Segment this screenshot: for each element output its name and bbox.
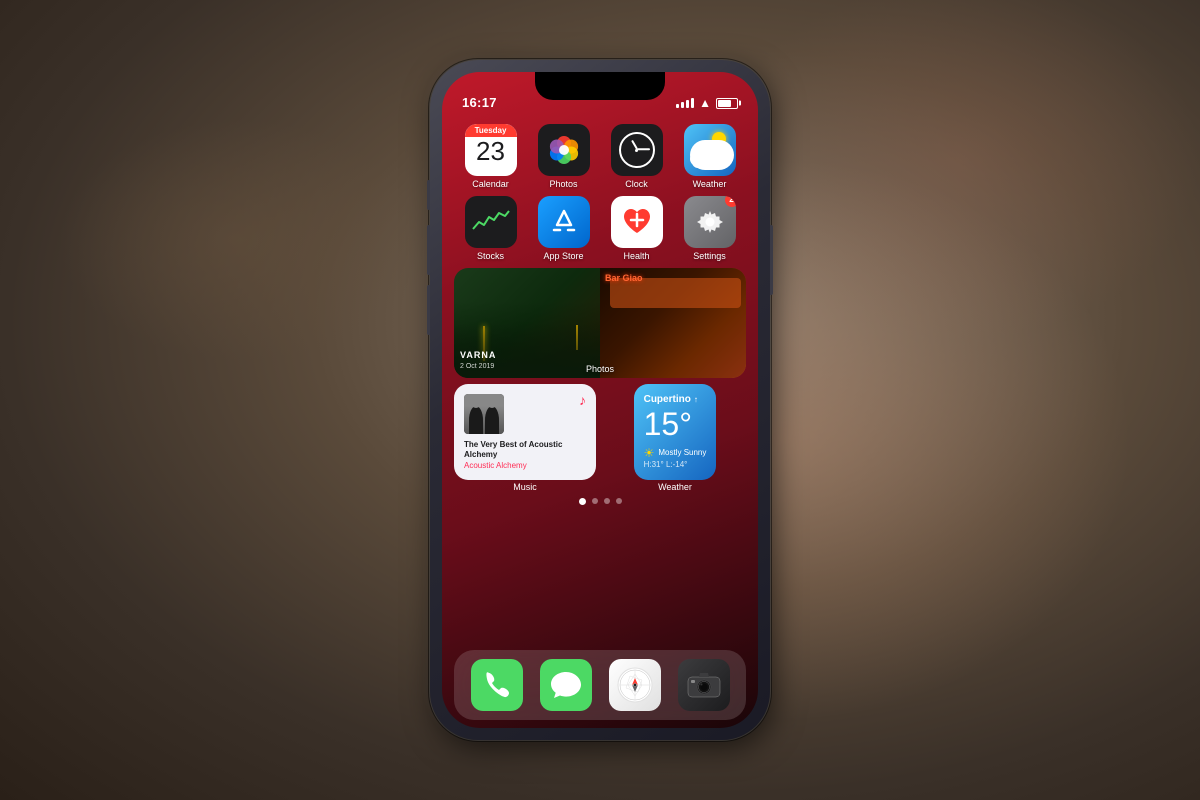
signal-bar-2 — [681, 102, 684, 108]
signal-bar-1 — [676, 104, 679, 108]
app-item-weather[interactable]: Weather — [679, 124, 741, 190]
page-dot-2[interactable] — [592, 498, 598, 504]
health-label: Health — [623, 251, 649, 262]
app-item-clock[interactable]: Clock — [606, 124, 668, 190]
weather-range: H:31° L:-14° — [644, 460, 707, 469]
music-note-icon: ♪ — [579, 392, 586, 408]
iphone-device: 16:17 ▲ — [430, 60, 770, 740]
calendar-icon[interactable]: Tuesday 23 — [465, 124, 517, 176]
widget-photo-right: Bar Giao — [600, 268, 746, 378]
music-artist: Acoustic Alchemy — [464, 461, 586, 470]
app-row-2: Stocks App Store — [454, 196, 746, 262]
settings-icon[interactable]: 2 — [684, 196, 736, 248]
album-people-bg — [464, 394, 504, 434]
photos-icon[interactable] — [538, 124, 590, 176]
app-item-photos[interactable]: Photos — [533, 124, 595, 190]
weather-icon[interactable] — [684, 124, 736, 176]
notch — [535, 72, 665, 100]
battery-icon — [716, 98, 738, 109]
clock-label: Clock — [625, 179, 648, 190]
home-screen: Tuesday 23 Calendar — [442, 116, 758, 728]
widget-weather[interactable]: Cupertino ↑ 15° ☀ Mostly Sunny H:31° — [634, 384, 717, 481]
app-item-health[interactable]: Health — [606, 196, 668, 262]
widget-music[interactable]: ♪ The V — [454, 384, 596, 481]
weather-temperature: 15° — [644, 407, 707, 442]
signal-bar-4 — [691, 98, 694, 108]
clock-icon[interactable] — [611, 124, 663, 176]
settings-label: Settings — [693, 251, 726, 262]
widgets-row: ♪ The V — [454, 384, 746, 493]
weather-widget-label: Weather — [658, 482, 692, 492]
calendar-date: 23 — [476, 138, 505, 164]
health-icon[interactable] — [611, 196, 663, 248]
settings-gear-svg — [695, 207, 725, 237]
calendar-label: Calendar — [472, 179, 509, 190]
sun-icon: ☀ — [644, 446, 655, 460]
status-time: 16:17 — [462, 95, 497, 110]
clock-face — [619, 132, 655, 168]
dock-camera[interactable] — [678, 659, 730, 711]
widget-photos[interactable]: VARNA 2 Oct 2019 Bar Giao Photos — [454, 268, 746, 378]
weather-city: Cupertino ↑ — [644, 394, 707, 405]
photos-label: Photos — [549, 179, 577, 190]
widget-photos-label: Photos — [454, 364, 746, 374]
dock-messages[interactable] — [540, 659, 592, 711]
page-dot-4[interactable] — [616, 498, 622, 504]
signal-icon — [676, 98, 694, 108]
album-art — [464, 394, 504, 434]
stocks-label: Stocks — [477, 251, 504, 262]
signal-bar-3 — [686, 100, 689, 108]
app-item-calendar[interactable]: Tuesday 23 Calendar — [460, 124, 522, 190]
app-row-1: Tuesday 23 Calendar — [454, 124, 746, 190]
dock-phone[interactable] — [471, 659, 523, 711]
volume-down-button[interactable] — [427, 285, 430, 335]
settings-badge: 2 — [725, 196, 736, 207]
power-button[interactable] — [770, 225, 773, 295]
weather-condition: ☀ Mostly Sunny — [644, 446, 707, 460]
widget-photo-left: VARNA 2 Oct 2019 — [454, 268, 600, 378]
stocks-chart-svg — [471, 207, 511, 237]
music-track-title: The Very Best of Acoustic Alchemy — [464, 440, 586, 461]
appstore-icon[interactable] — [538, 196, 590, 248]
weather-label: Weather — [693, 179, 727, 190]
appstore-label: App Store — [543, 251, 583, 262]
messages-icon-svg — [549, 668, 583, 702]
page-dot-3[interactable] — [604, 498, 610, 504]
safari-icon-svg — [616, 666, 654, 704]
clock-center-dot — [635, 149, 638, 152]
music-widget-label: Music — [513, 482, 537, 492]
app-item-stocks[interactable]: Stocks — [460, 196, 522, 262]
iphone-screen: 16:17 ▲ — [442, 72, 758, 728]
dock-safari[interactable] — [609, 659, 661, 711]
phone-icon-svg — [481, 669, 513, 701]
stocks-icon[interactable] — [465, 196, 517, 248]
camera-icon-svg — [687, 671, 721, 699]
appstore-a-svg — [549, 207, 579, 237]
iphone-body: 16:17 ▲ — [430, 60, 770, 740]
page-indicator — [454, 498, 746, 505]
dock — [454, 650, 746, 720]
volume-up-button[interactable] — [427, 225, 430, 275]
health-heart-svg — [620, 205, 654, 239]
varna-text: VARNA — [460, 350, 496, 360]
background-scene: 16:17 ▲ — [0, 0, 1200, 800]
clock-minute-hand — [637, 148, 650, 150]
wifi-icon: ▲ — [699, 96, 711, 110]
location-arrow-icon: ↑ — [694, 395, 698, 404]
battery-fill — [718, 100, 731, 107]
page-dot-1[interactable] — [579, 498, 586, 505]
app-item-settings[interactable]: 2 Settings — [679, 196, 741, 262]
photos-flower-svg — [546, 132, 582, 168]
app-item-appstore[interactable]: App Store — [533, 196, 595, 262]
mute-button[interactable] — [427, 180, 430, 210]
status-icons: ▲ — [676, 96, 738, 110]
